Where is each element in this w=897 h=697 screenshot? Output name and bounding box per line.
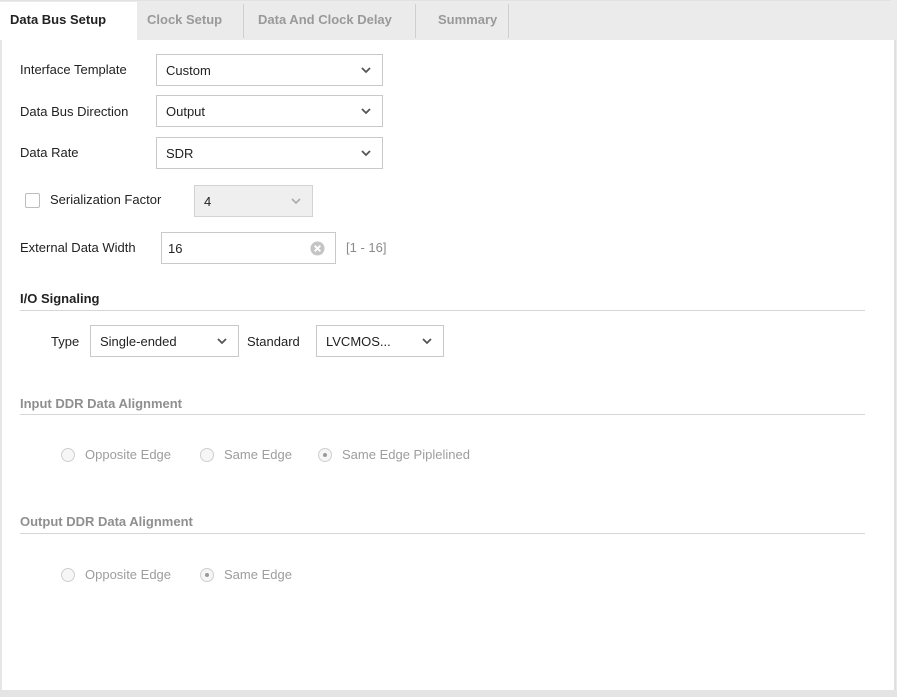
- output-ddr-opposite-edge-label: Opposite Edge: [85, 567, 172, 582]
- input-ddr-alignment-title: Input DDR Data Alignment: [20, 396, 183, 411]
- output-ddr-divider: [20, 533, 865, 534]
- io-standard-value: LVCMOS...: [326, 334, 391, 349]
- tab-data-bus-setup[interactable]: Data Bus Setup: [0, 2, 137, 40]
- data-bus-setup-panel: [2, 40, 896, 690]
- data-bus-direction-value: Output: [166, 104, 206, 119]
- tab-separator: [508, 4, 509, 38]
- output-ddr-same-edge-radio[interactable]: [200, 568, 214, 582]
- chevron-down-icon: [291, 198, 301, 205]
- chevron-down-icon: [361, 108, 371, 115]
- external-data-width-value: 16: [168, 241, 183, 256]
- clear-icon[interactable]: [310, 241, 325, 256]
- interface-template-label: Interface Template: [20, 62, 127, 77]
- chevron-down-icon: [217, 338, 227, 345]
- data-rate-select[interactable]: SDR: [156, 137, 383, 169]
- interface-template-value: Custom: [166, 63, 211, 78]
- io-type-label: Type: [51, 334, 80, 349]
- data-rate-label: Data Rate: [20, 145, 79, 160]
- tab-bar: Data Bus Setup Clock Setup Data And Cloc…: [0, 0, 891, 40]
- tab-data-and-clock-delay[interactable]: Data And Clock Delay: [248, 2, 416, 40]
- tab-summary[interactable]: Summary: [428, 2, 512, 40]
- tab-separator: [243, 4, 244, 38]
- input-ddr-same-edge-pipelined-radio[interactable]: [318, 448, 332, 462]
- chevron-down-icon: [422, 338, 432, 345]
- io-signaling-title: I/O Signaling: [20, 291, 100, 306]
- input-ddr-same-edge-label: Same Edge: [224, 447, 292, 462]
- io-type-value: Single-ended: [100, 334, 177, 349]
- input-ddr-opposite-edge-radio[interactable]: [61, 448, 75, 462]
- input-ddr-opposite-edge-label: Opposite Edge: [85, 447, 172, 462]
- output-ddr-opposite-edge-radio[interactable]: [61, 568, 75, 582]
- io-signaling-divider: [20, 310, 865, 311]
- input-ddr-same-edge-radio[interactable]: [200, 448, 214, 462]
- serialization-factor-checkbox[interactable]: [25, 193, 40, 208]
- output-ddr-same-edge-label: Same Edge: [224, 567, 292, 582]
- tab-separator: [415, 4, 416, 38]
- panel-bottom-edge: [0, 690, 897, 697]
- data-bus-direction-label: Data Bus Direction: [20, 104, 129, 119]
- io-standard-select[interactable]: LVCMOS...: [316, 325, 444, 357]
- input-ddr-same-edge-pipelined-label: Same Edge Piplelined: [342, 447, 470, 462]
- serialization-factor-label: Serialization Factor: [50, 192, 162, 207]
- chevron-down-icon: [361, 150, 371, 157]
- output-ddr-alignment-title: Output DDR Data Alignment: [20, 514, 193, 529]
- chevron-down-icon: [361, 67, 371, 74]
- data-rate-value: SDR: [166, 146, 194, 161]
- external-data-width-range: [1 - 16]: [346, 240, 387, 255]
- input-ddr-divider: [20, 414, 865, 415]
- external-data-width-label: External Data Width: [20, 240, 136, 255]
- serialization-factor-select[interactable]: 4: [194, 185, 313, 217]
- data-bus-direction-select[interactable]: Output: [156, 95, 383, 127]
- serialization-factor-value: 4: [204, 194, 212, 209]
- tab-clock-setup[interactable]: Clock Setup: [137, 2, 243, 40]
- io-standard-label: Standard: [247, 334, 300, 349]
- interface-template-select[interactable]: Custom: [156, 54, 383, 86]
- external-data-width-input[interactable]: 16: [161, 232, 336, 264]
- io-type-select[interactable]: Single-ended: [90, 325, 239, 357]
